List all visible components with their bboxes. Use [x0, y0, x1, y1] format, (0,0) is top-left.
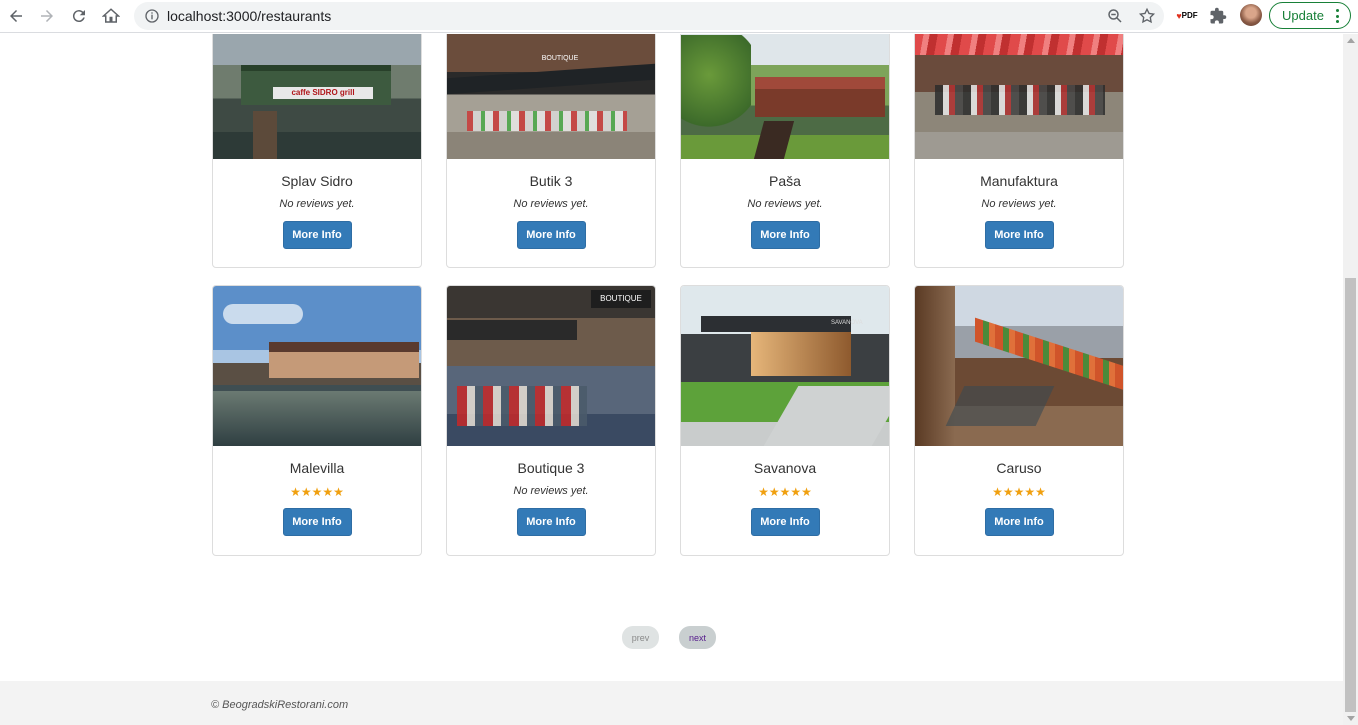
restaurant-name: Butik 3: [529, 173, 573, 189]
more-info-button[interactable]: More Info: [984, 221, 1054, 249]
restaurant-card: caffe SIDRO grill Splav Sidro No reviews…: [212, 34, 422, 268]
restaurant-photo[interactable]: BOUTIQUE: [447, 34, 655, 159]
more-info-button[interactable]: More Info: [984, 508, 1054, 536]
scrollbar-thumb[interactable]: [1345, 278, 1356, 712]
restaurant-card: BOUTIQUE Boutique 3 No reviews yet. More…: [446, 285, 656, 556]
restaurant-name: Malevilla: [289, 460, 345, 476]
back-icon[interactable]: [4, 4, 28, 28]
scroll-down-icon[interactable]: [1347, 716, 1355, 721]
restaurant-card: Manufaktura No reviews yet. More Info: [914, 34, 1124, 268]
review-status: No reviews yet.: [513, 198, 589, 210]
menu-dots-icon[interactable]: [1336, 9, 1340, 23]
address-bar[interactable]: localhost:3000/restaurants: [134, 2, 1164, 30]
pdf-extension-icon[interactable]: ♥ PDF: [1176, 6, 1197, 26]
page-scrollbar[interactable]: [1343, 34, 1358, 725]
next-page-button[interactable]: next: [679, 626, 716, 649]
restaurant-photo[interactable]: [915, 286, 1123, 446]
rating-stars: ★★★★★: [290, 485, 344, 499]
restaurant-photo[interactable]: BOUTIQUE: [447, 286, 655, 446]
review-status: No reviews yet.: [279, 198, 355, 210]
scroll-up-icon[interactable]: [1347, 38, 1355, 43]
restaurant-name: Boutique 3: [517, 460, 585, 476]
rating-stars: ★★★★★: [992, 485, 1046, 499]
reload-icon[interactable]: [67, 4, 91, 28]
update-button[interactable]: Update: [1269, 2, 1351, 29]
review-status: No reviews yet.: [747, 198, 823, 210]
extensions-puzzle-icon[interactable]: [1208, 6, 1228, 26]
restaurant-name: Manufaktura: [980, 173, 1058, 189]
restaurant-sign: BOUTIQUE: [541, 55, 579, 62]
review-status: No reviews yet.: [981, 198, 1057, 210]
zoom-icon[interactable]: [1106, 7, 1124, 25]
prev-page-button[interactable]: prev: [622, 626, 659, 649]
review-status: No reviews yet.: [513, 485, 589, 497]
more-info-button[interactable]: More Info: [750, 221, 820, 249]
restaurant-photo[interactable]: [915, 34, 1123, 159]
restaurant-card: SAVANOVA Savanova ★★★★★ More Info: [680, 285, 890, 556]
more-info-button[interactable]: More Info: [282, 508, 352, 536]
restaurant-name: Paša: [769, 173, 801, 189]
restaurant-photo[interactable]: SAVANOVA: [681, 286, 889, 446]
bookmark-star-icon[interactable]: [1138, 7, 1156, 25]
info-icon[interactable]: [144, 8, 160, 24]
restaurant-card: BOUTIQUE Butik 3 No reviews yet. More In…: [446, 34, 656, 268]
restaurant-name: Splav Sidro: [281, 173, 353, 189]
forward-icon[interactable]: [35, 4, 59, 28]
more-info-button[interactable]: More Info: [750, 508, 820, 536]
rating-stars: ★★★★★: [758, 485, 812, 499]
more-info-button[interactable]: More Info: [516, 508, 586, 536]
restaurant-photo[interactable]: [681, 34, 889, 159]
home-icon[interactable]: [99, 4, 123, 28]
restaurant-photo[interactable]: caffe SIDRO grill: [213, 34, 421, 159]
page-footer: © BeogradskiRestorani.com: [0, 681, 1343, 725]
restaurant-sign: caffe SIDRO grill: [273, 87, 373, 99]
restaurant-card: Paša No reviews yet. More Info: [680, 34, 890, 268]
restaurant-sign: BOUTIQUE: [591, 290, 651, 308]
browser-toolbar: localhost:3000/restaurants ♥ PDF Update: [0, 0, 1358, 33]
restaurant-name: Caruso: [996, 460, 1042, 476]
restaurant-name: Savanova: [753, 460, 817, 476]
url-text[interactable]: localhost:3000/restaurants: [167, 8, 331, 24]
more-info-button[interactable]: More Info: [282, 221, 352, 249]
profile-avatar[interactable]: [1240, 4, 1262, 26]
update-label: Update: [1282, 8, 1324, 23]
more-info-button[interactable]: More Info: [516, 221, 586, 249]
page-viewport: caffe SIDRO grill Splav Sidro No reviews…: [0, 34, 1343, 725]
restaurant-photo[interactable]: [213, 286, 421, 446]
restaurant-sign: SAVANOVA: [831, 320, 863, 326]
restaurant-card: Malevilla ★★★★★ More Info: [212, 285, 422, 556]
restaurant-card: Caruso ★★★★★ More Info: [914, 285, 1124, 556]
copyright-text: © BeogradskiRestorani.com: [211, 699, 349, 711]
